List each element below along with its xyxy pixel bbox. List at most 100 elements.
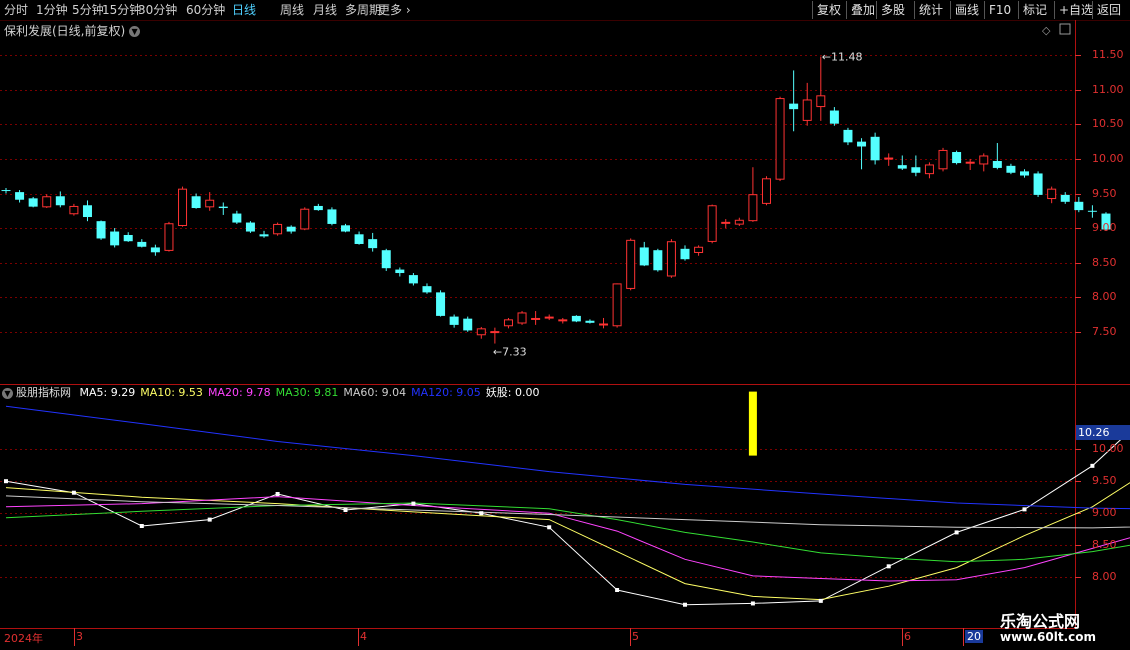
candle-body <box>938 149 948 170</box>
candle-body <box>286 226 296 232</box>
candle-body <box>531 317 541 320</box>
candles <box>1 56 1111 344</box>
candle-body <box>503 319 513 327</box>
ma5-marker <box>4 479 8 484</box>
time-axis-month-0: 3 <box>76 630 83 643</box>
ma5-marker <box>547 525 552 530</box>
candle-body <box>992 161 1002 168</box>
candle-body <box>1047 188 1057 200</box>
ma-label-1: MA10: 9.53 <box>140 386 203 399</box>
candle-body <box>802 99 812 121</box>
ma-label-0: MA5: 9.29 <box>79 386 136 399</box>
price-axis-label: 10.00 <box>1092 151 1124 165</box>
price-axis-label: 9.50 <box>1092 186 1117 200</box>
candle-body <box>354 234 364 244</box>
candle-body <box>1074 201 1084 211</box>
price-axis-label: 10.50 <box>1092 117 1124 131</box>
candle-body <box>965 161 975 164</box>
candle-body <box>694 246 704 253</box>
candle-body <box>123 234 133 242</box>
candle-body <box>164 223 174 251</box>
indicator-axis-label: 9.00 <box>1092 506 1117 520</box>
chart-canvas[interactable]: ←11.48 ←7.33 ◇ <box>0 0 1130 650</box>
candle-body <box>707 205 717 242</box>
chevron-down-icon[interactable]: ▼ <box>2 387 13 399</box>
time-axis-month-2: 5 <box>632 630 639 643</box>
candle-body <box>82 205 92 218</box>
candle-body <box>911 167 921 173</box>
candle-body <box>1006 165 1016 173</box>
indicator-axis-label: 10.00 <box>1092 442 1124 456</box>
candle-body <box>232 213 242 223</box>
candle-body <box>585 320 595 323</box>
ma5-marker <box>615 588 620 592</box>
ma5-marker <box>139 524 144 528</box>
candle-body <box>870 136 880 161</box>
ma-label-4: MA60: 9.04 <box>343 386 407 399</box>
candle-body <box>816 95 826 108</box>
ma-lines <box>4 405 1130 607</box>
candle-body <box>463 318 473 331</box>
candle-body <box>843 129 853 143</box>
candle-body <box>1 190 11 192</box>
candle-body <box>544 316 554 319</box>
candle-body <box>273 223 283 235</box>
ma-label-6: 妖股: 0.00 <box>485 386 540 399</box>
ma-label-3: MA30: 9.81 <box>275 386 339 399</box>
indicator-axis-label: 8.50 <box>1092 538 1117 552</box>
indicator-header: ▼ 股朋指标网 MA5: 9.29 MA10: 9.53 MA20: 9.78 MA30… <box>2 386 550 400</box>
current-value-badge: 10.26 <box>1076 424 1130 440</box>
candle-body <box>69 205 79 215</box>
candle-body <box>395 269 405 274</box>
candle-body <box>571 315 581 322</box>
ma5-marker <box>71 490 76 495</box>
watermark-url: www.60lt.com <box>1000 630 1097 644</box>
ma-line-ma5 <box>5 430 1130 606</box>
candle-body <box>422 286 432 293</box>
candle-body <box>721 221 731 224</box>
candle-body <box>599 323 609 326</box>
candle-body <box>680 248 690 260</box>
candle-body <box>313 205 323 211</box>
candle-body <box>150 247 160 253</box>
price-axis-label: 9.00 <box>1092 221 1117 235</box>
indicator-name[interactable]: 股朋指标网 <box>16 386 71 399</box>
indicator-axis-label: 9.50 <box>1092 474 1117 488</box>
ma-line-ma10 <box>5 482 1130 601</box>
candle-body <box>436 292 446 316</box>
candle-body <box>653 250 663 271</box>
candle-body <box>476 328 486 336</box>
candle-body <box>245 222 255 232</box>
yaoгu-signal-bar <box>748 391 757 456</box>
candle-body <box>897 165 907 169</box>
ma5-marker <box>1022 507 1027 512</box>
candle-body <box>748 194 758 222</box>
candle-body <box>15 192 25 200</box>
candle-body <box>517 312 527 324</box>
candle-body <box>490 331 500 334</box>
high-annotation: ←11.48 <box>822 51 863 64</box>
ma5-marker <box>750 601 755 606</box>
price-axis-label: 11.00 <box>1092 82 1124 96</box>
candle-body <box>979 155 989 165</box>
diamond-icon: ◇ <box>1042 24 1051 37</box>
low-annotation: ←7.33 <box>493 346 527 359</box>
indicator-axis-label: 8.00 <box>1092 570 1117 584</box>
candle-body <box>96 221 106 239</box>
candle-body <box>205 199 215 208</box>
price-axis-label: 8.00 <box>1092 290 1117 304</box>
candle-body <box>341 225 350 232</box>
candle-body <box>626 239 636 289</box>
candle-body <box>381 250 391 269</box>
candle-body <box>789 103 799 110</box>
candle-body <box>110 231 120 246</box>
ma-label-2: MA20: 9.78 <box>207 386 271 399</box>
candle-body <box>449 316 459 325</box>
ma-line-ma120 <box>5 405 1130 510</box>
ma5-marker <box>683 602 687 607</box>
ma5-marker <box>1090 463 1095 468</box>
candle-body <box>1060 194 1070 202</box>
candle-body <box>612 283 622 327</box>
candle-body <box>300 208 310 230</box>
watermark-title: 乐淘公式网 <box>1000 612 1081 631</box>
